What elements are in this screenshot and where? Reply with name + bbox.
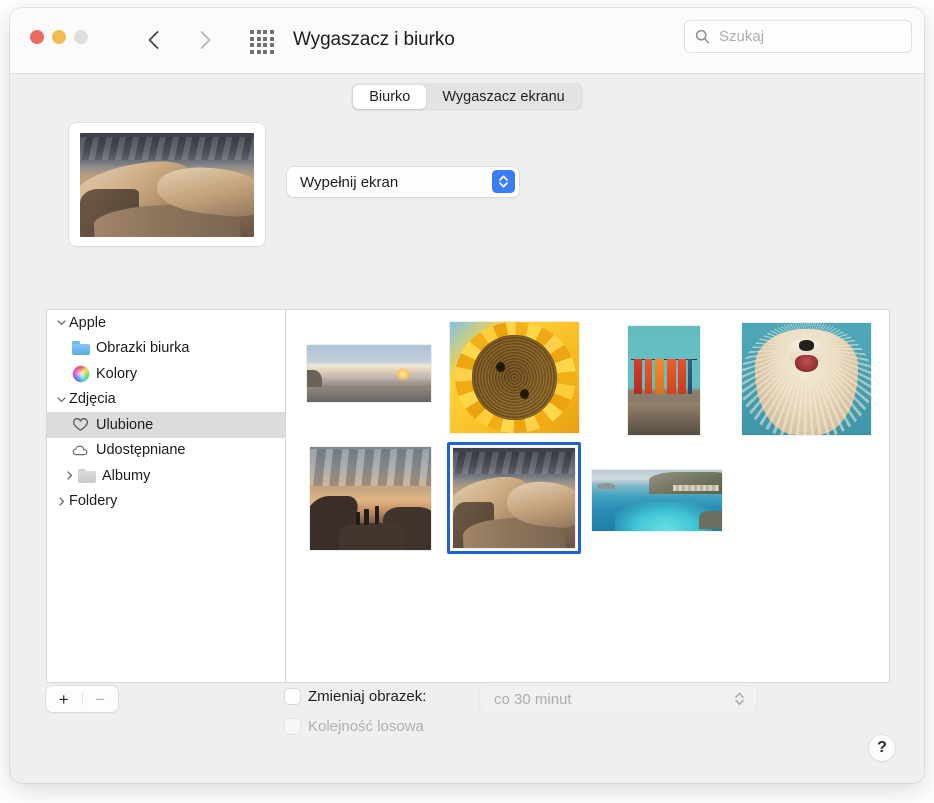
- chevron-right-icon: [199, 30, 212, 50]
- chevron-right-icon[interactable]: [53, 497, 69, 506]
- close-button[interactable]: [30, 30, 44, 44]
- fill-mode-popup[interactable]: Wypełnij ekran: [287, 167, 519, 197]
- sidebar-item-label: Albumy: [102, 468, 150, 484]
- chevron-right-icon[interactable]: [61, 471, 77, 480]
- window-toolbar: Wygaszacz i biurko: [10, 8, 924, 74]
- change-image-row: Zmieniaj obrazek:: [285, 688, 426, 705]
- sidebar-item-apple[interactable]: Apple: [47, 310, 287, 336]
- thumbnail-image: [310, 447, 431, 550]
- thumbnail-image: [450, 322, 579, 433]
- search-icon: [695, 29, 710, 44]
- sidebar-item-foldery[interactable]: Foldery: [47, 489, 287, 515]
- change-interval-value: co 30 minut: [494, 691, 572, 708]
- sidebar-item-label: Foldery: [69, 493, 117, 509]
- desktop-preview-image: [80, 133, 254, 237]
- thumbnail-image: [628, 326, 700, 435]
- chevron-left-icon: [147, 30, 160, 50]
- tab-bar-container: Biurko Wygaszacz ekranu: [10, 74, 924, 120]
- random-order-label: Kolejność losowa: [308, 718, 424, 735]
- wallpaper-thumbnail-grid: [285, 309, 890, 683]
- folder-blue-icon: [71, 340, 90, 357]
- sidebar-item-albumy[interactable]: Albumy: [47, 463, 287, 489]
- grid-apps-icon[interactable]: [250, 31, 280, 53]
- main-content: Apple Obrazki biurka Kolory Zdjęcia: [10, 254, 924, 783]
- search-field[interactable]: [684, 20, 912, 53]
- fill-mode-value: Wypełnij ekran: [300, 174, 398, 191]
- preferences-window: Wygaszacz i biurko Biurko Wygaszacz ekra…: [10, 8, 924, 783]
- thumbnail-image: [592, 470, 722, 531]
- sidebar-item-udostepniane[interactable]: Udostępniane: [47, 438, 287, 464]
- add-remove-segmented-control: + −: [46, 686, 118, 712]
- sidebar-item-kolory[interactable]: Kolory: [47, 361, 287, 387]
- thumbnail-sea-cove-turquoise[interactable]: [592, 470, 722, 531]
- stepper-up-down-icon[interactable]: [492, 170, 515, 193]
- cloud-icon: [71, 442, 90, 459]
- sidebar-item-label: Apple: [69, 315, 106, 331]
- back-button[interactable]: [142, 25, 164, 55]
- sidebar-item-zdjecia[interactable]: Zdjęcia: [47, 387, 287, 413]
- thumbnail-image: [742, 323, 871, 435]
- page-title: Wygaszacz i biurko: [293, 29, 455, 51]
- remove-folder-button[interactable]: −: [83, 691, 119, 708]
- zoom-button[interactable]: [74, 30, 88, 44]
- thumbnail-sunflower-closeup[interactable]: [450, 322, 579, 433]
- tab-biurko[interactable]: Biurko: [353, 85, 426, 109]
- chevron-down-icon[interactable]: [53, 395, 69, 404]
- thumbnail-image: [453, 448, 575, 548]
- forward-button[interactable]: [194, 25, 216, 55]
- thumbnail-desert-rock-wave-selected[interactable]: [447, 442, 581, 554]
- bottom-controls: + − Zmieniaj obrazek: Kolejność losowa c…: [10, 686, 924, 783]
- random-order-row: Kolejność losowa: [285, 718, 424, 735]
- folder-gray-icon: [77, 467, 96, 484]
- search-input[interactable]: [717, 27, 891, 46]
- sidebar-item-label: Udostępniane: [96, 442, 186, 458]
- thumbnail-afghan-hound-dog[interactable]: [742, 323, 871, 435]
- chevron-updown-icon: [498, 174, 509, 189]
- thumbnail-rock-silhouette-sunset[interactable]: [310, 447, 431, 550]
- sidebar-item-label: Obrazki biurka: [96, 340, 189, 356]
- change-interval-popup[interactable]: co 30 minut: [480, 686, 757, 713]
- thumbnail-image: [307, 345, 431, 402]
- thumbnail-beach-sunset-panorama[interactable]: [307, 345, 431, 402]
- sidebar-item-label: Kolory: [96, 366, 137, 382]
- add-folder-button[interactable]: +: [46, 691, 82, 708]
- source-list-sidebar: Apple Obrazki biurka Kolory Zdjęcia: [46, 309, 288, 683]
- change-image-label: Zmieniaj obrazek:: [308, 688, 426, 705]
- sidebar-item-label: Ulubione: [96, 417, 153, 433]
- chevron-down-icon[interactable]: [53, 318, 69, 327]
- color-wheel-icon: [71, 365, 90, 382]
- preview-row: Wypełnij ekran: [10, 120, 924, 255]
- sidebar-item-label: Zdjęcia: [69, 391, 116, 407]
- tab-wygaszacz-ekranu[interactable]: Wygaszacz ekranu: [426, 85, 580, 109]
- sidebar-item-ulubione[interactable]: Ulubione: [47, 412, 287, 438]
- tab-bar: Biurko Wygaszacz ekranu: [351, 83, 582, 111]
- chevron-updown-icon: [734, 691, 745, 712]
- heart-icon: [71, 416, 90, 433]
- minimize-button[interactable]: [52, 30, 66, 44]
- desktop-preview[interactable]: [69, 123, 265, 246]
- help-button[interactable]: ?: [869, 735, 895, 761]
- sidebar-item-obrazki-biurka[interactable]: Obrazki biurka: [47, 336, 287, 362]
- random-order-checkbox[interactable]: [285, 719, 300, 734]
- thumbnail-laundry-on-wall[interactable]: [628, 326, 700, 435]
- change-image-checkbox[interactable]: [285, 689, 300, 704]
